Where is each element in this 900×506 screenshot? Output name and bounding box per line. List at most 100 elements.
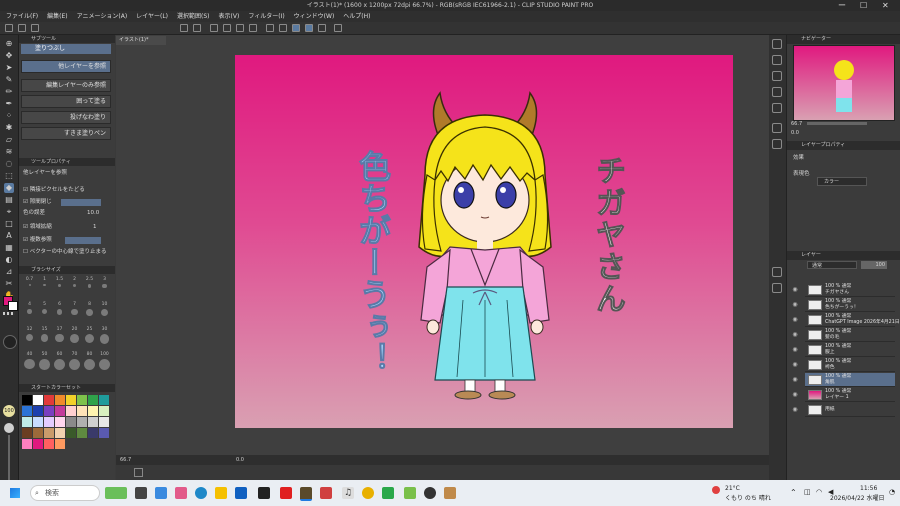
menu-window[interactable]: ウィンドウ(W) xyxy=(294,11,335,22)
property-row-vector-center[interactable]: ☐ ベクターの中心線で塗り止まる xyxy=(23,248,106,257)
property-row-adjacent[interactable]: ☑ 隣接ピクセルをたどる xyxy=(23,186,85,195)
color-swatch[interactable] xyxy=(66,406,76,416)
layer-visibility-eye-icon[interactable]: ◉ xyxy=(790,388,800,402)
clock-date[interactable]: 2026/04/22 水曜日 xyxy=(830,493,885,502)
menu-file[interactable]: ファイル(F) xyxy=(6,11,38,22)
property-row-close-gap[interactable]: ☑ 隙間閉じ xyxy=(23,198,52,207)
snap-ruler-icon[interactable] xyxy=(292,24,300,32)
menu-help[interactable]: ヘルプ(H) xyxy=(343,11,370,22)
zoom-readout[interactable]: 66.7 xyxy=(120,455,131,465)
store-icon[interactable] xyxy=(235,487,247,499)
brush-size-preset[interactable]: 50 xyxy=(38,352,51,374)
sub-view-icon[interactable] xyxy=(772,55,782,65)
color-swatch[interactable] xyxy=(22,406,32,416)
windows-start-icon[interactable] xyxy=(10,488,20,498)
color-swatch[interactable] xyxy=(22,428,32,438)
brush-size-preset[interactable]: 4 xyxy=(23,302,36,324)
eraser-tool-icon[interactable]: ▱ xyxy=(4,135,14,145)
weather-text[interactable]: くもり のち 晴れ xyxy=(725,493,771,502)
brush-size-preset[interactable]: 100 xyxy=(98,352,111,374)
menu-icon[interactable] xyxy=(334,24,342,32)
color-swatch[interactable] xyxy=(55,395,65,405)
brush-size-preset[interactable]: 30 xyxy=(98,327,111,349)
close-button[interactable]: ✕ xyxy=(882,0,889,11)
brush-size-preset[interactable]: 10 xyxy=(98,302,111,324)
app-icon-v[interactable] xyxy=(404,487,416,499)
move-tool-icon[interactable]: ✥ xyxy=(4,51,14,61)
frame-tool-icon[interactable]: ▦ xyxy=(4,243,14,253)
layer-row[interactable]: 100 % 通常 角肌 xyxy=(805,373,895,387)
color-swatch[interactable] xyxy=(77,395,87,405)
layer-row[interactable]: 100 % 通常 服上 xyxy=(805,343,895,357)
brush-size-preset[interactable]: 3 xyxy=(98,277,111,299)
menu-view[interactable]: 表示(V) xyxy=(219,11,240,22)
brush-size-preset[interactable]: 60 xyxy=(53,352,66,374)
brush-size-preset[interactable]: 6 xyxy=(53,302,66,324)
brush-size-preset[interactable]: 7 xyxy=(68,302,81,324)
notification-icon[interactable]: ◔ xyxy=(889,488,895,496)
snap-grid-icon[interactable] xyxy=(318,24,326,32)
close-gap-selector[interactable] xyxy=(61,199,101,206)
color-swatch[interactable] xyxy=(44,406,54,416)
menu-edit[interactable]: 編集(E) xyxy=(47,11,67,22)
brush-size-preset[interactable]: 25 xyxy=(83,327,96,349)
blend-tool-icon[interactable]: ≋ xyxy=(4,147,14,157)
menu-selection[interactable]: 選択範囲(S) xyxy=(177,11,210,22)
navigator-preview[interactable] xyxy=(793,45,895,121)
transform-icon[interactable] xyxy=(266,24,274,32)
color-swatch[interactable] xyxy=(44,395,54,405)
layer-search-icon[interactable] xyxy=(772,123,782,133)
layer-visibility-eye-icon[interactable]: ◉ xyxy=(790,313,800,327)
layer-visibility-eye-icon[interactable]: ◉ xyxy=(790,328,800,342)
clock-time[interactable]: 11:56 xyxy=(860,485,877,492)
timeline-panel-icon[interactable] xyxy=(772,139,782,149)
document-tab[interactable]: イラスト(1)* xyxy=(116,36,166,45)
layer-panel-tab[interactable]: レイヤー xyxy=(787,251,900,260)
brush-size-preset[interactable]: 70 xyxy=(68,352,81,374)
brush-size-preset[interactable]: 1 xyxy=(38,277,51,299)
layer-panel-icon[interactable] xyxy=(772,267,782,277)
artwork-canvas[interactable]: チガヤさん 色ちがーうぅ！ xyxy=(235,55,733,428)
widget-icon[interactable] xyxy=(105,487,127,499)
angle-readout[interactable]: 0.0 xyxy=(236,455,244,465)
layer-opacity-slider[interactable]: 100 xyxy=(861,261,887,269)
color-swatch[interactable] xyxy=(99,406,109,416)
color-swatch[interactable] xyxy=(66,417,76,427)
layer-visibility-eye-icon[interactable]: ◉ xyxy=(790,373,800,387)
color-swatch[interactable] xyxy=(33,417,43,427)
layer-visibility-eye-icon[interactable]: ◉ xyxy=(790,283,800,297)
taskbar-search-box[interactable]: ⌕ 検索 xyxy=(30,485,100,501)
brush-size-preset[interactable]: 5 xyxy=(38,302,51,324)
brush-size-preset[interactable]: 2 xyxy=(68,277,81,299)
cut-icon[interactable] xyxy=(223,24,231,32)
copy-icon[interactable] xyxy=(236,24,244,32)
network-icon[interactable]: ◫ xyxy=(804,488,811,496)
color-swatch[interactable] xyxy=(88,406,98,416)
app-icon-brown[interactable] xyxy=(444,487,456,499)
ruler-tool-icon[interactable]: ⊿ xyxy=(4,267,14,277)
task-view-icon[interactable] xyxy=(135,487,147,499)
brush-size-preset[interactable]: 20 xyxy=(68,327,81,349)
material-icon[interactable] xyxy=(772,103,782,113)
color-swatch[interactable] xyxy=(77,417,87,427)
brush-size-preset[interactable]: 40 xyxy=(23,352,36,374)
layer-row[interactable]: 用紙 xyxy=(805,403,895,417)
color-swatch[interactable] xyxy=(33,428,43,438)
weather-temp[interactable]: 21°C xyxy=(725,485,740,492)
clip-studio-icon[interactable] xyxy=(300,487,312,501)
brush-size-preset[interactable]: 2.5 xyxy=(83,277,96,299)
drive-icon[interactable] xyxy=(382,487,394,499)
correct-line-tool-icon[interactable]: ✂ xyxy=(4,279,14,289)
layer-row[interactable]: 100 % 通常 チガヤさん xyxy=(805,283,895,297)
zoom-tool-icon[interactable]: ⊕ xyxy=(4,39,14,49)
subtool-item-enclose-fill[interactable]: 囲って塗る xyxy=(21,95,111,108)
color-swatch[interactable] xyxy=(44,428,54,438)
color-swatch[interactable] xyxy=(55,406,65,416)
youtube-icon[interactable] xyxy=(280,487,292,499)
blend-mode-select[interactable]: 通常 xyxy=(807,261,857,269)
navigator-icon[interactable] xyxy=(772,39,782,49)
timeline-icon[interactable] xyxy=(134,468,143,477)
color-swatch[interactable] xyxy=(99,428,109,438)
brush-size-preset[interactable]: 80 xyxy=(83,352,96,374)
color-swatch[interactable] xyxy=(22,395,32,405)
